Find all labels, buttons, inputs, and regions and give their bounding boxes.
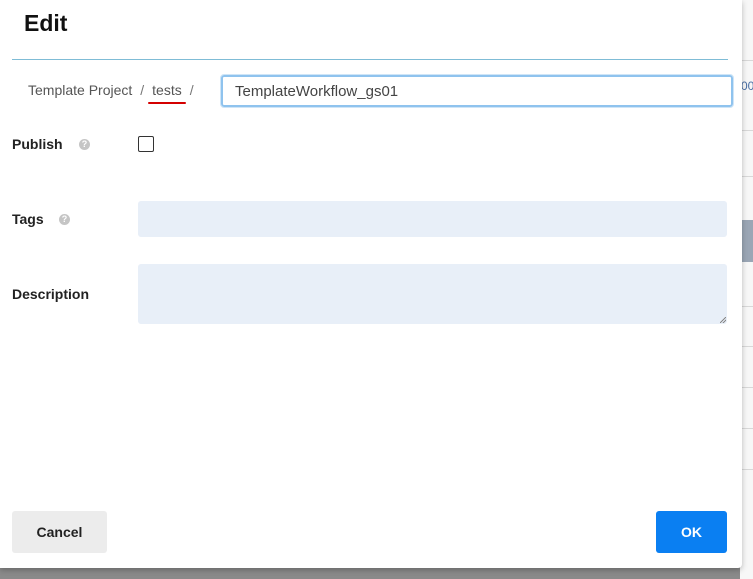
background-text: 00 <box>741 79 753 93</box>
edit-dialog: Edit Template Project / tests / Publish … <box>0 0 742 568</box>
breadcrumb-separator: / <box>140 82 145 98</box>
breadcrumb-project: Template Project <box>28 82 133 98</box>
ok-button[interactable]: OK <box>656 511 727 553</box>
breadcrumb-separator: / <box>189 82 194 98</box>
question-circle-icon[interactable]: ? <box>79 139 90 150</box>
cancel-button[interactable]: Cancel <box>12 511 107 553</box>
title-divider <box>12 59 728 60</box>
dialog-title: Edit <box>24 10 68 36</box>
resize-grip-icon[interactable] <box>720 317 726 323</box>
tags-input[interactable] <box>138 201 727 237</box>
workflow-name-input[interactable] <box>220 74 734 108</box>
breadcrumb-folder-label: tests <box>152 82 182 98</box>
question-circle-icon[interactable]: ? <box>59 214 70 225</box>
tags-label: Tags <box>12 211 44 227</box>
breadcrumb: Template Project / tests / <box>28 82 202 104</box>
publish-checkbox[interactable] <box>138 136 154 152</box>
breadcrumb-folder: tests <box>148 82 186 104</box>
description-label: Description <box>12 286 90 302</box>
annotation-underline <box>148 102 186 104</box>
description-textarea[interactable] <box>138 264 727 324</box>
publish-label: Publish <box>12 136 63 152</box>
